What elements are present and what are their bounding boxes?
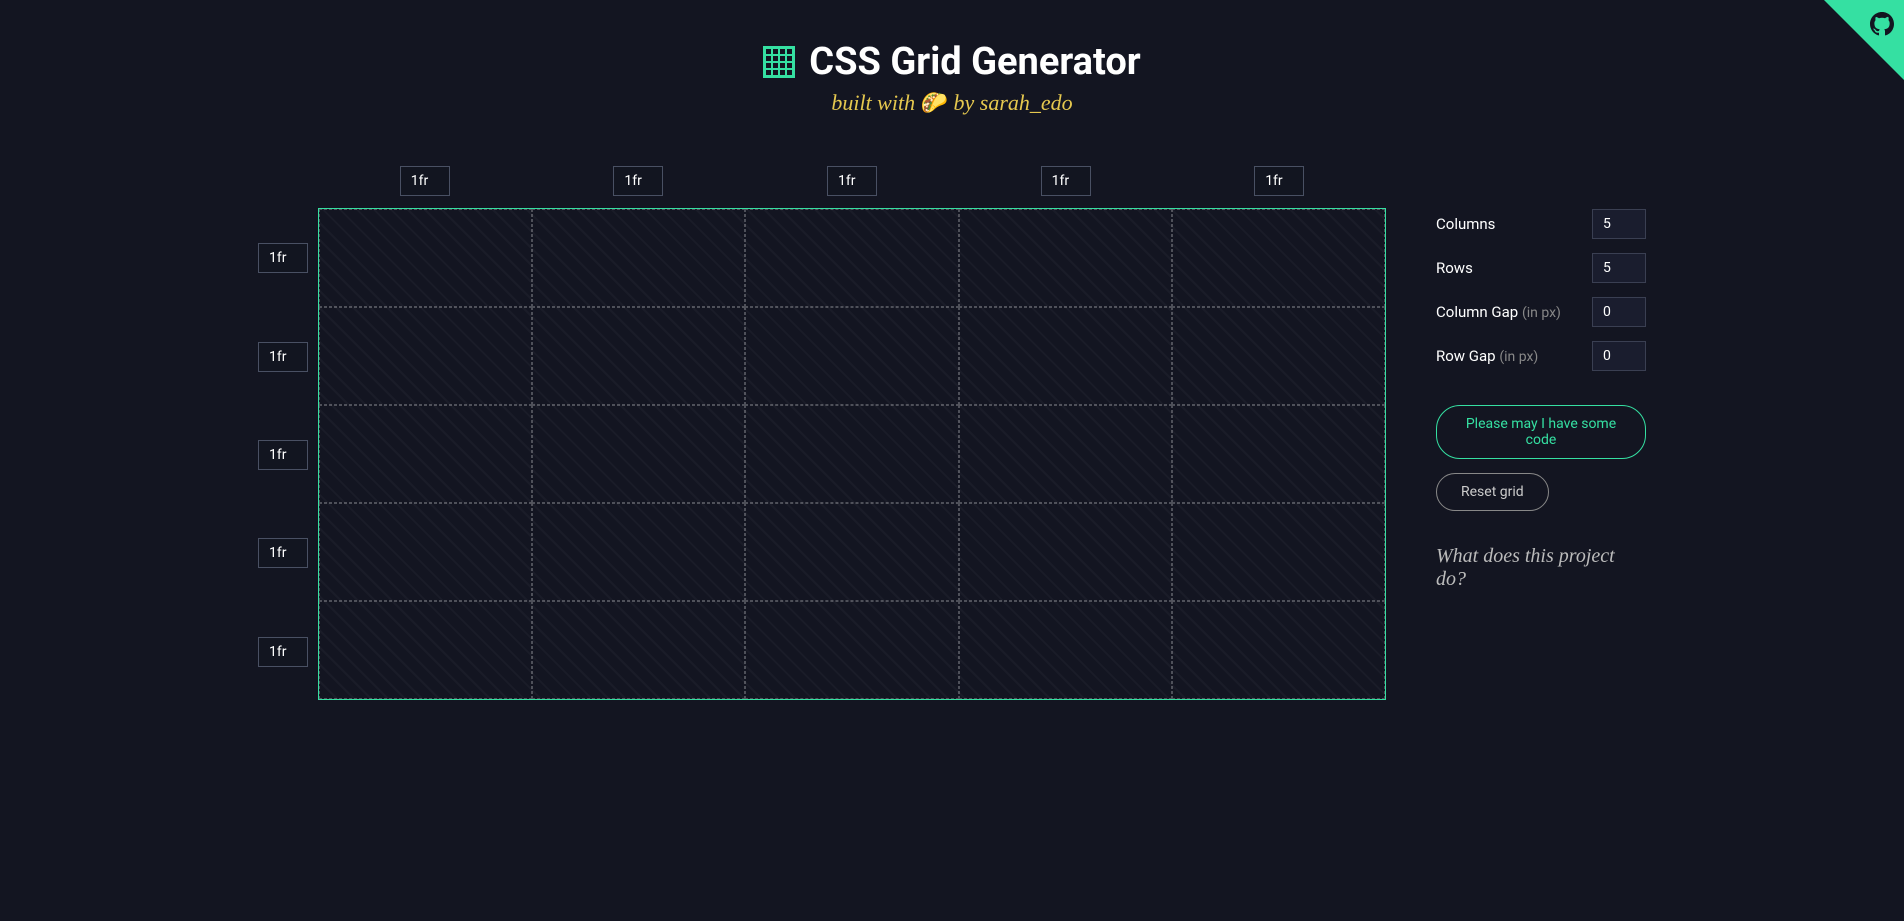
row-unit-input[interactable] — [258, 440, 308, 470]
info-link[interactable]: What does this project do? — [1436, 545, 1646, 591]
grid-cell[interactable] — [319, 601, 532, 699]
grid-cell[interactable] — [1172, 405, 1385, 503]
reset-grid-button[interactable]: Reset grid — [1436, 473, 1549, 511]
controls-panel: Columns Rows Column Gap (in px) Row Gap … — [1436, 166, 1646, 700]
subtitle: built with 🌮 by sarah_edo — [20, 90, 1884, 116]
row-gap-label: Row Gap (in px) — [1436, 347, 1538, 365]
author-link[interactable]: sarah_edo — [980, 90, 1073, 115]
row-labels — [258, 209, 308, 701]
grid-cell[interactable] — [745, 307, 958, 405]
grid-cell[interactable] — [532, 307, 745, 405]
grid-cell[interactable] — [1172, 601, 1385, 699]
column-gap-label: Column Gap (in px) — [1436, 303, 1561, 321]
column-unit-input[interactable] — [613, 166, 663, 196]
page-title: CSS Grid Generator — [809, 40, 1140, 84]
grid-cell[interactable] — [745, 209, 958, 307]
grid-cell[interactable] — [319, 503, 532, 601]
grid-cell[interactable] — [319, 307, 532, 405]
rows-input[interactable] — [1592, 253, 1646, 283]
grid-cell[interactable] — [1172, 503, 1385, 601]
grid-cell[interactable] — [532, 503, 745, 601]
columns-input[interactable] — [1592, 209, 1646, 239]
column-unit-input[interactable] — [1254, 166, 1304, 196]
grid-cell[interactable] — [1172, 307, 1385, 405]
grid-canvas[interactable] — [318, 208, 1386, 700]
row-unit-input[interactable] — [258, 243, 308, 273]
row-unit-input[interactable] — [258, 342, 308, 372]
grid-cell[interactable] — [319, 209, 532, 307]
row-gap-input[interactable] — [1592, 341, 1646, 371]
grid-cell[interactable] — [1172, 209, 1385, 307]
grid-cell[interactable] — [959, 405, 1172, 503]
github-icon[interactable] — [1870, 12, 1894, 42]
grid-cell[interactable] — [959, 503, 1172, 601]
grid-cell[interactable] — [959, 601, 1172, 699]
grid-cell[interactable] — [319, 405, 532, 503]
row-unit-input[interactable] — [258, 637, 308, 667]
rows-label: Rows — [1436, 259, 1473, 277]
grid-cell[interactable] — [745, 405, 958, 503]
generate-code-button[interactable]: Please may I have some code — [1436, 405, 1646, 459]
column-unit-input[interactable] — [827, 166, 877, 196]
taco-icon: 🌮 — [921, 90, 948, 115]
grid-cell[interactable] — [745, 601, 958, 699]
column-unit-input[interactable] — [400, 166, 450, 196]
column-gap-input[interactable] — [1592, 297, 1646, 327]
grid-logo-icon — [763, 46, 795, 78]
grid-cell[interactable] — [532, 405, 745, 503]
grid-cell[interactable] — [959, 307, 1172, 405]
row-unit-input[interactable] — [258, 538, 308, 568]
header: CSS Grid Generator built with 🌮 by sarah… — [20, 40, 1884, 116]
grid-section — [258, 166, 1386, 700]
columns-label: Columns — [1436, 215, 1495, 233]
grid-cell[interactable] — [959, 209, 1172, 307]
column-unit-input[interactable] — [1041, 166, 1091, 196]
grid-cell[interactable] — [532, 601, 745, 699]
grid-cell[interactable] — [745, 503, 958, 601]
column-labels — [318, 166, 1386, 196]
grid-cell[interactable] — [532, 209, 745, 307]
